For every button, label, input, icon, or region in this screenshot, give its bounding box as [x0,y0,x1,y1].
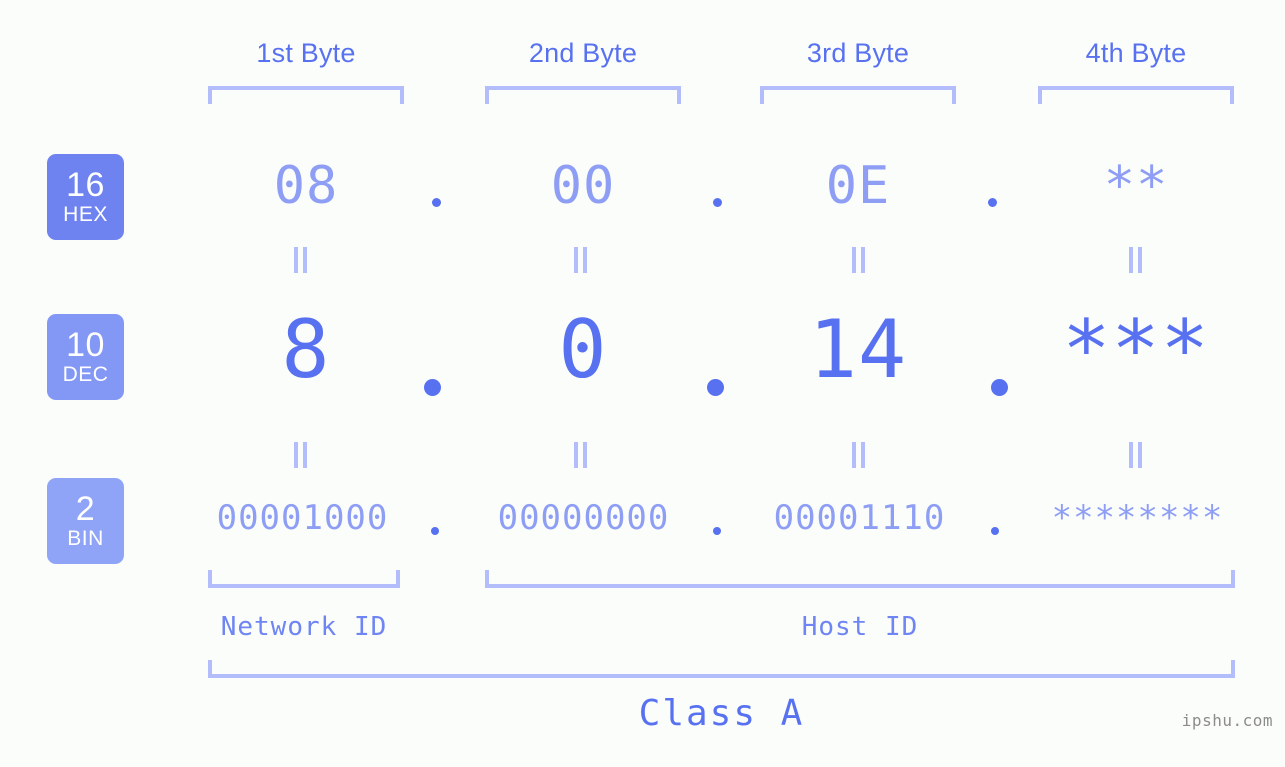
byte-bracket-top-4 [1038,86,1234,104]
bin-byte-3: 00001110 [773,498,946,538]
bin-separator-dot-3 [991,527,999,535]
radix-badge-bin: 2 BIN [47,478,124,564]
byte-header-1: 1st Byte [256,38,356,68]
host-id-bracket [485,570,1235,588]
radix-badge-dec-number: 10 [66,326,105,364]
equals-mark-dec-bin-3 [851,442,867,468]
hex-byte-3: 0E [825,156,891,216]
hex-separator-dot-1 [432,198,441,207]
dec-separator-dot-2 [707,379,724,396]
byte-header-2: 2nd Byte [528,38,638,68]
equals-mark-dec-bin-4 [1128,442,1144,468]
equals-mark-hex-dec-4 [1128,247,1144,273]
bin-byte-1: 00001000 [216,498,389,538]
radix-badge-hex: 16 HEX [47,154,124,240]
dec-separator-dot-3 [991,379,1008,396]
equals-mark-hex-dec-2 [573,247,589,273]
network-id-label: Network ID [220,612,388,642]
class-bracket [208,660,1235,678]
bin-byte-4: ******** [1051,498,1224,538]
byte-header-3: 3rd Byte [806,38,910,68]
radix-badge-hex-number: 16 [66,166,105,204]
radix-badge-hex-label: HEX [63,203,108,226]
dec-separator-dot-1 [424,379,441,396]
radix-badge-bin-number: 2 [75,490,96,528]
hex-byte-1: 08 [273,156,339,216]
byte-bracket-top-3 [760,86,956,104]
host-id-label: Host ID [801,612,919,642]
ip-address-breakdown-diagram: 1st Byte 2nd Byte 3rd Byte 4th Byte 16 H… [0,0,1285,767]
hex-byte-4: ** [1103,156,1169,216]
bin-byte-2: 00000000 [497,498,670,538]
class-label: Class A [638,693,805,734]
hex-separator-dot-2 [713,198,722,207]
hex-separator-dot-3 [988,198,997,207]
bin-separator-dot-2 [713,527,721,535]
radix-badge-bin-label: BIN [67,527,104,550]
radix-badge-dec: 10 DEC [47,314,124,400]
dec-byte-1: 8 [281,303,331,396]
dec-byte-4: *** [1062,303,1210,396]
byte-bracket-top-2 [485,86,681,104]
radix-badge-dec-label: DEC [62,363,109,386]
equals-mark-dec-bin-2 [573,442,589,468]
equals-mark-dec-bin-1 [293,442,309,468]
equals-mark-hex-dec-1 [293,247,309,273]
byte-header-4: 4th Byte [1085,38,1187,68]
network-id-bracket [208,570,400,588]
dec-byte-3: 14 [808,303,908,396]
equals-mark-hex-dec-3 [851,247,867,273]
site-watermark: ipshu.com [1181,711,1273,730]
hex-byte-2: 00 [550,156,616,216]
bin-separator-dot-1 [431,527,439,535]
byte-bracket-top-1 [208,86,404,104]
dec-byte-2: 0 [558,303,608,396]
